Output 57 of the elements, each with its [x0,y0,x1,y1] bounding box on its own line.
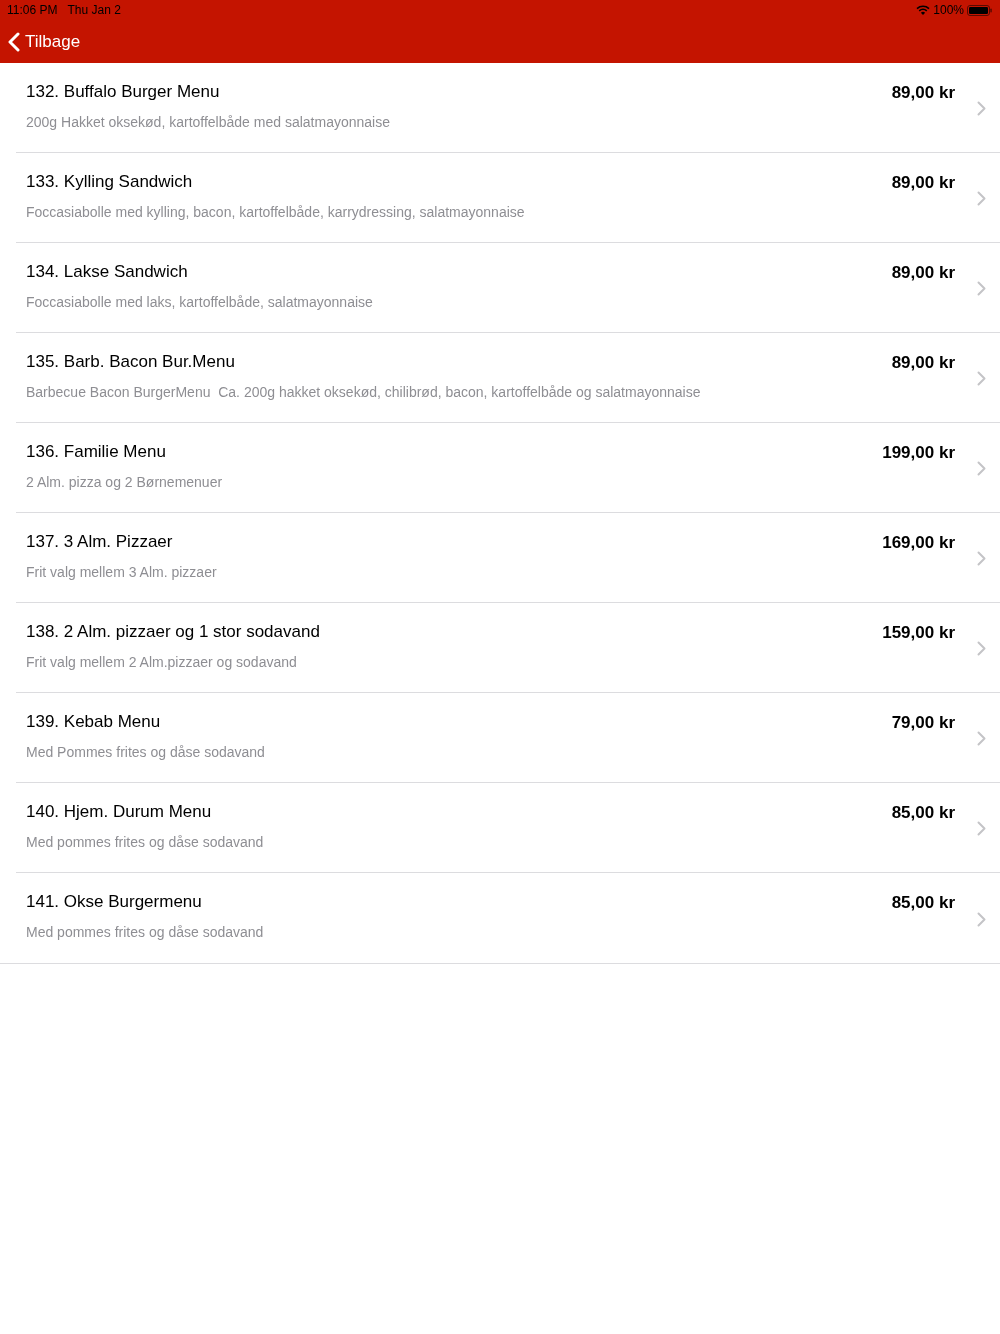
chevron-right-icon [977,101,986,116]
chevron-right-icon [977,641,986,656]
menu-item-price: 89,00 kr [891,262,955,283]
battery-percentage: 100% [933,3,964,17]
chevron-right-icon [977,461,986,476]
chevron-left-icon [8,31,20,52]
menu-item-price: 169,00 kr [882,532,955,553]
menu-item-description: Med pommes frites og dåse sodavand [26,834,265,850]
menu-item-title: 140. Hjem. Durum Menu [26,802,213,822]
status-time: 11:06 PM [7,3,58,17]
menu-item-description: Med pommes frites og dåse sodavand [26,924,265,940]
menu-item-price: 85,00 kr [891,802,955,823]
menu-item-title: 136. Familie Menu [26,442,167,462]
menu-item-title: 135. Barb. Bacon Bur.Menu [26,352,236,372]
menu-item-title: 134. Lakse Sandwich [26,262,189,282]
menu-item-row[interactable]: 140. Hjem. Durum Menu Med pommes frites og dåse sodavand 85,00 kr [16,783,1000,873]
menu-item-title: 133. Kylling Sandwich [26,172,194,192]
menu-item-price: 89,00 kr [891,172,955,193]
menu-item-row[interactable]: 139. Kebab Menu Med Pommes frites og dåse sodavand 79,00 kr [16,693,1000,783]
menu-item-row[interactable]: 132. Buffalo Burger Menu 200g Hakket oksekød, kartoffelbåde med salatmayonnaise 89,00 kr [16,63,1000,153]
menu-item-row[interactable]: 137. 3 Alm. Pizzaer Frit valg mellem 3 Alm. pizzaer 169,00 kr [16,513,1000,603]
menu-item-title: 137. 3 Alm. Pizzaer [26,532,174,552]
status-date: Thu Jan 2 [67,3,121,17]
menu-item-price: 89,00 kr [891,82,955,103]
menu-item-title: 138. 2 Alm. pizzaer og 1 stor sodavand [26,622,321,642]
menu-item-title: 132. Buffalo Burger Menu [26,82,221,102]
menu-item-row[interactable]: 136. Familie Menu 2 Alm. pizza og 2 Børnemenuer 199,00 kr [16,423,1000,513]
menu-item-price: 199,00 kr [882,442,955,463]
menu-item-price: 159,00 kr [882,622,955,643]
chevron-right-icon [977,551,986,566]
menu-item-description: Med Pommes frites og dåse sodavand [26,744,266,760]
chevron-right-icon [977,821,986,836]
menu-item-price: 89,00 kr [891,352,955,373]
menu-item-description: Frit valg mellem 2 Alm.pizzaer og sodavand [26,654,298,670]
menu-item-description: 200g Hakket oksekød, kartoffelbåde med salatmayonnaise [26,114,391,130]
back-button[interactable]: Tilbage [8,31,81,52]
menu-item-row[interactable]: 134. Lakse Sandwich Foccasiabolle med laks, kartoffelbåde, salatmayonnaise 89,00 kr [16,243,1000,333]
chevron-right-icon [977,911,986,927]
menu-item-row[interactable]: 138. 2 Alm. pizzaer og 1 stor sodavand Frit valg mellem 2 Alm.pizzaer og sodavand 159,00 kr [16,603,1000,693]
menu-item-description: Foccasiabolle med laks, kartoffelbåde, salatmayonnaise [26,294,374,310]
menu-item-price: 85,00 kr [891,892,955,913]
menu-item-row[interactable]: 141. Okse Burgermenu Med pommes frites og dåse sodavand 85,00 kr [16,873,1000,963]
menu-item-description: Barbecue Bacon BurgerMenu Ca. 200g hakket oksekød, chilibrød, bacon, kartoffelbåde og salatmayonnaise [26,384,702,400]
menu-item-row[interactable]: 135. Barb. Bacon Bur.Menu Barbecue Bacon BurgerMenu Ca. 200g hakket oksekød, chilibrød, bacon, kartoffelbåde og salatmayonnaise 89,00 kr [16,333,1000,423]
menu-item-description: 2 Alm. pizza og 2 Børnemenuer [26,474,224,490]
wifi-icon [916,5,931,15]
menu-item-title: 141. Okse Burgermenu [26,892,203,912]
chevron-right-icon [977,191,986,206]
menu-item-description: Frit valg mellem 3 Alm. pizzaer [26,564,218,580]
menu-item-price: 79,00 kr [891,712,955,733]
menu-item-description: Foccasiabolle med kylling, bacon, kartoffelbåde, karrydressing, salatmayonnaise [26,204,526,220]
menu-item-title: 139. Kebab Menu [26,712,162,732]
chevron-right-icon [977,731,986,746]
battery-icon [967,4,992,16]
menu-item-row[interactable]: 133. Kylling Sandwich Foccasiabolle med kylling, bacon, kartoffelbåde, karrydressing, salatmayonnaise 89,00 kr [16,153,1000,243]
chevron-right-icon [977,281,986,296]
chevron-right-icon [977,371,986,386]
